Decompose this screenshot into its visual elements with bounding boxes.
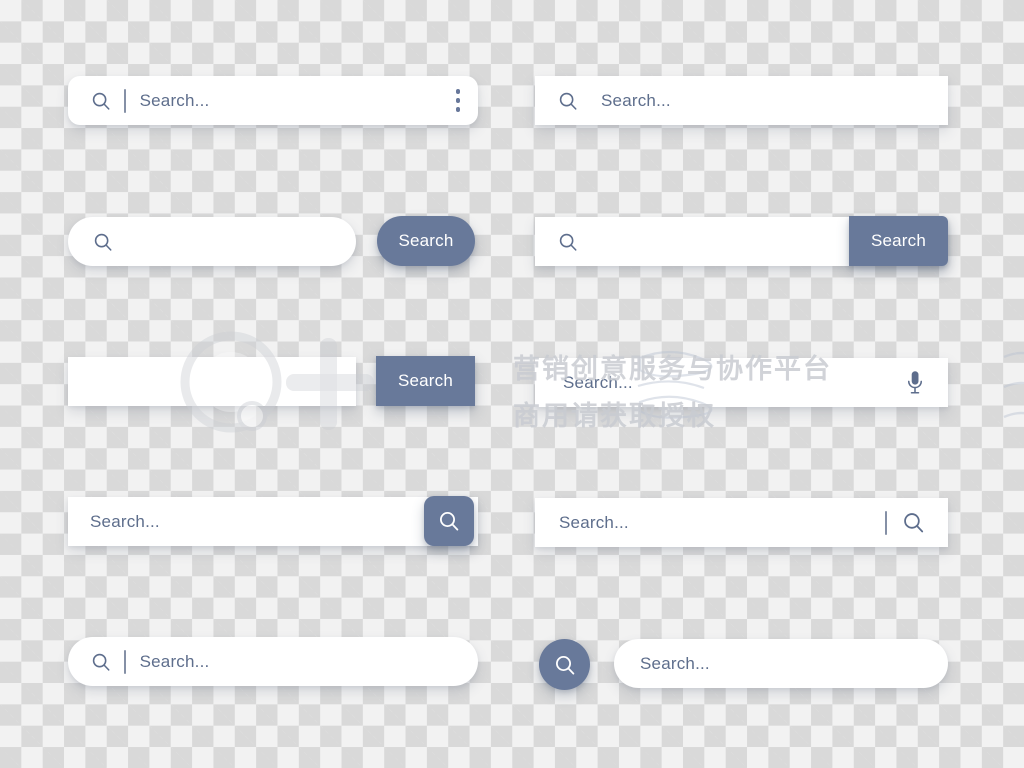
search-bar-square-with-inline-icon[interactable]: Search... (535, 498, 948, 547)
field-divider (124, 88, 126, 113)
search-icon (90, 651, 112, 673)
search-icon-button[interactable] (424, 496, 474, 546)
search-icon (90, 90, 112, 112)
search-bar-square-detached-button[interactable] (68, 357, 356, 406)
search-placeholder-text: Search... (563, 372, 633, 392)
search-button-label: Search (398, 231, 454, 250)
search-placeholder-text: Search... (139, 651, 210, 671)
search-bar-rounded-with-menu[interactable]: Search... (68, 76, 478, 125)
search-bar-pill-detached-button[interactable] (68, 217, 356, 266)
search-icon[interactable] (901, 510, 926, 535)
search-placeholder-text: Search... (139, 90, 210, 110)
search-placeholder-text: Search... (601, 90, 671, 110)
microphone-icon[interactable] (904, 369, 926, 397)
search-icon (557, 231, 579, 253)
search-circle-button[interactable] (539, 639, 590, 690)
field-divider (124, 649, 126, 674)
search-bar-pill-with-leading-icon[interactable]: Search... (68, 637, 478, 686)
search-placeholder-text: Search... (90, 511, 160, 531)
search-bar-square-plain[interactable]: Search... (535, 76, 948, 125)
search-button-label: Search (397, 371, 454, 390)
search-submit-button-pill[interactable]: Search (377, 216, 475, 266)
search-submit-button-square[interactable]: Search (376, 356, 475, 406)
search-bar-ui-kit-canvas: { "theme": { "accent": "#68799a", "place… (0, 0, 1024, 768)
search-icon (557, 90, 579, 112)
search-placeholder-text: Search... (559, 512, 629, 532)
search-button-label: Search (870, 231, 927, 250)
search-bar-square-with-icon-button[interactable]: Search... (68, 497, 478, 546)
more-vertical-icon[interactable] (455, 89, 460, 112)
search-bar-square-with-microphone[interactable]: Search... (535, 358, 948, 407)
watermark-badge-edge (1003, 351, 1024, 419)
search-placeholder-text: Search... (640, 653, 710, 673)
search-icon (553, 653, 577, 677)
search-bar-pill-with-circle-button[interactable]: Search... (614, 639, 948, 688)
search-icon (437, 509, 461, 533)
search-icon (92, 231, 114, 253)
search-submit-button-attached[interactable]: Search (849, 216, 948, 266)
field-divider (885, 510, 887, 535)
